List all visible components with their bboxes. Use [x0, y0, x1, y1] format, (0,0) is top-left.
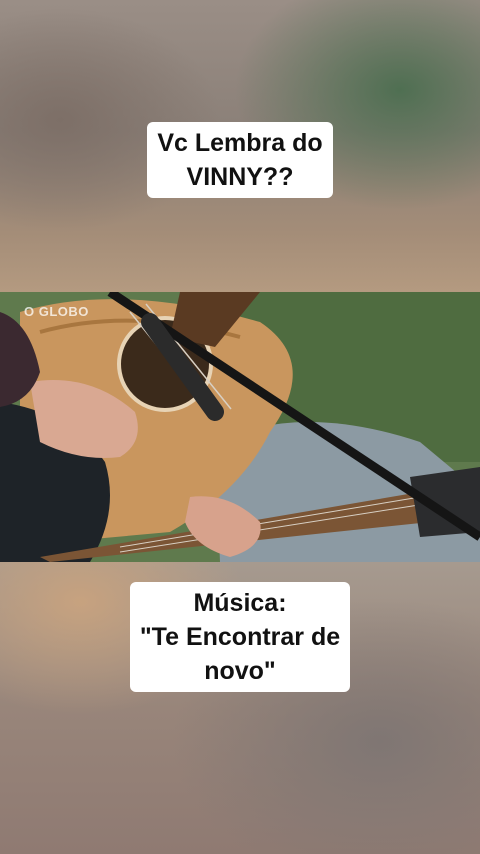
- bottom-caption: Música: "Te Encontrar de novo": [0, 582, 480, 692]
- top-caption-line-2: VINNY??: [186, 163, 294, 191]
- bottom-caption-box: Música: "Te Encontrar de novo": [129, 582, 351, 692]
- o-globo-watermark: O GLOBO: [24, 304, 89, 319]
- bottom-caption-line-2: "Te Encontrar de: [139, 623, 341, 651]
- top-caption: Vc Lembra do VINNY??: [0, 122, 480, 198]
- top-caption-box: Vc Lembra do VINNY??: [147, 122, 333, 198]
- video-frame[interactable]: O GLOBO: [0, 292, 480, 562]
- guitar-scene-illustration: [0, 292, 480, 562]
- bottom-caption-line-3: novo": [204, 657, 276, 685]
- top-caption-line-1: Vc Lembra do: [157, 129, 323, 157]
- bottom-caption-line-1: Música:: [193, 589, 287, 617]
